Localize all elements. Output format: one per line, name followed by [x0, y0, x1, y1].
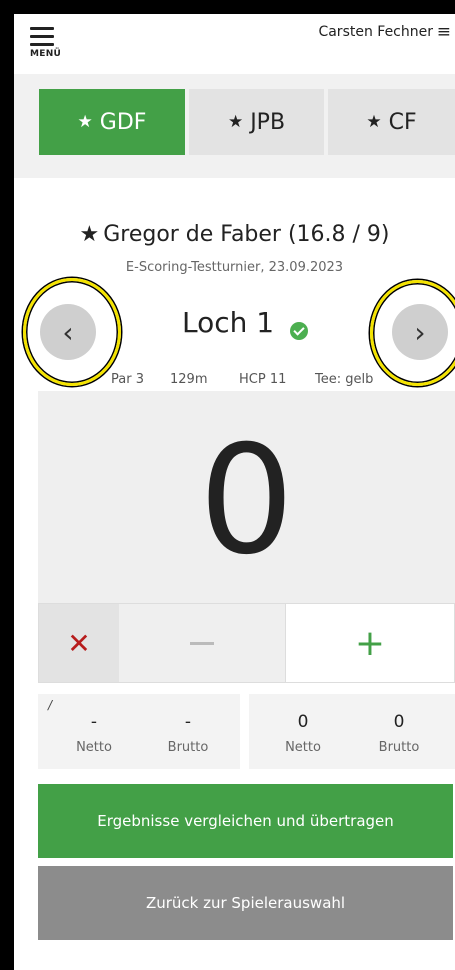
hamburger-icon: [30, 27, 54, 30]
check-circle-icon: [290, 322, 308, 340]
netto-label: Netto: [285, 740, 321, 755]
star-icon: ★: [79, 222, 100, 247]
hole-par: Par 3: [111, 372, 144, 387]
brutto-label: Brutto: [167, 740, 209, 755]
tournament-info: E-Scoring-Testturnier, 23.09.2023: [125, 260, 344, 275]
user-name[interactable]: Carsten Fechner: [318, 24, 433, 40]
menu-button[interactable]: MENÜ: [30, 27, 62, 67]
netto-value: -: [90, 712, 98, 732]
minus-icon: [190, 641, 214, 645]
player-tabs: ★ GDF ★ JPB ★ CF: [14, 74, 455, 178]
star-icon: ★: [366, 112, 382, 132]
app-screen: MENÜ Carsten Fechner ≡ ★ GDF ★ JPB ★ CF …: [14, 14, 455, 970]
hamburger-icon-bar: [30, 43, 54, 46]
compare-and-submit-button[interactable]: Ergebnisse vergleichen und übertragen: [38, 784, 453, 858]
chevron-left-icon: ‹: [62, 315, 74, 349]
brutto-value: -: [184, 712, 192, 732]
back-to-player-selection-button[interactable]: Zurück zur Spielerauswahl: [38, 866, 453, 940]
hole-title: Loch 1: [182, 306, 275, 339]
results-separator: /: [48, 698, 53, 712]
hole-length: 129m: [170, 372, 208, 387]
score-controls: ✕ +: [38, 603, 455, 683]
close-icon: ✕: [67, 626, 91, 660]
menu-label: MENÜ: [30, 49, 62, 59]
netto-label: Netto: [76, 740, 112, 755]
results-current: 0 0 Netto Brutto: [249, 694, 455, 769]
header: MENÜ Carsten Fechner ≡: [14, 14, 455, 74]
user-menu-icon[interactable]: ≡: [437, 22, 451, 42]
tab-label: GDF: [99, 109, 147, 135]
tab-player-gdf[interactable]: ★ GDF: [39, 89, 185, 155]
tab-player-jpb[interactable]: ★ JPB: [189, 89, 324, 155]
star-icon: ★: [77, 112, 93, 132]
increment-score-button[interactable]: +: [285, 604, 454, 682]
tab-label: CF: [388, 109, 417, 135]
brutto-value: 0: [393, 712, 405, 732]
hole-tee: Tee: gelb: [315, 372, 374, 387]
tab-player-cf[interactable]: ★ CF: [328, 89, 455, 155]
score-display: 0: [38, 391, 455, 606]
tab-label: JPB: [250, 109, 286, 135]
score-value: 0: [198, 414, 295, 588]
chevron-right-icon: ›: [414, 315, 426, 349]
previous-hole-button[interactable]: ‹: [40, 304, 96, 360]
player-name-text: Gregor de Faber (16.8 / 9): [103, 222, 390, 247]
clear-score-button[interactable]: ✕: [39, 604, 119, 682]
hamburger-icon-bar: [30, 35, 54, 38]
next-hole-button[interactable]: ›: [392, 304, 448, 360]
star-icon: ★: [227, 112, 244, 132]
hole-hcp: HCP 11: [239, 372, 287, 387]
plus-icon: +: [354, 622, 386, 664]
decrement-score-button[interactable]: [119, 604, 285, 682]
player-name: ★ Gregor de Faber (16.8 / 9): [14, 222, 455, 247]
netto-value: 0: [297, 712, 309, 732]
brutto-label: Brutto: [378, 740, 420, 755]
results-previous: / - - Netto Brutto: [38, 694, 240, 769]
